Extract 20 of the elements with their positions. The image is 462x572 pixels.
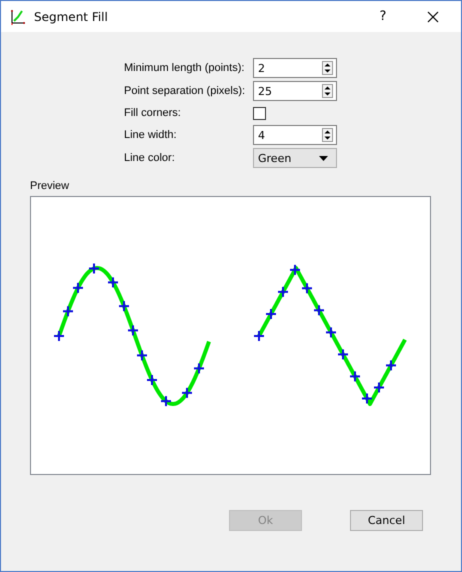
window-title: Segment Fill <box>34 10 109 24</box>
spin-arrows-icon <box>322 128 333 142</box>
spin-arrows-icon <box>322 61 333 75</box>
field-label: Minimum length (points): <box>124 62 246 74</box>
color-dropdown[interactable]: Green <box>253 148 337 168</box>
dropdown-arrow-icon <box>319 156 328 160</box>
spin-arrows-icon <box>322 84 333 98</box>
spin-field[interactable]: 2 <box>253 58 337 78</box>
preview-label: Preview <box>30 180 70 192</box>
field-label: Line color: <box>124 152 176 164</box>
field-label: Line width: <box>124 129 178 141</box>
app-icon <box>10 8 26 24</box>
checkbox[interactable] <box>253 106 266 120</box>
spin-field[interactable]: 25 <box>253 81 337 101</box>
field-label: Fill corners: <box>124 107 182 119</box>
spin-field[interactable]: 4 <box>253 125 337 145</box>
help-button[interactable]: ? <box>361 1 405 32</box>
field-label: Point separation (pixels): <box>124 85 246 97</box>
dialog-button[interactable]: Cancel <box>350 510 423 531</box>
close-icon <box>427 10 439 22</box>
